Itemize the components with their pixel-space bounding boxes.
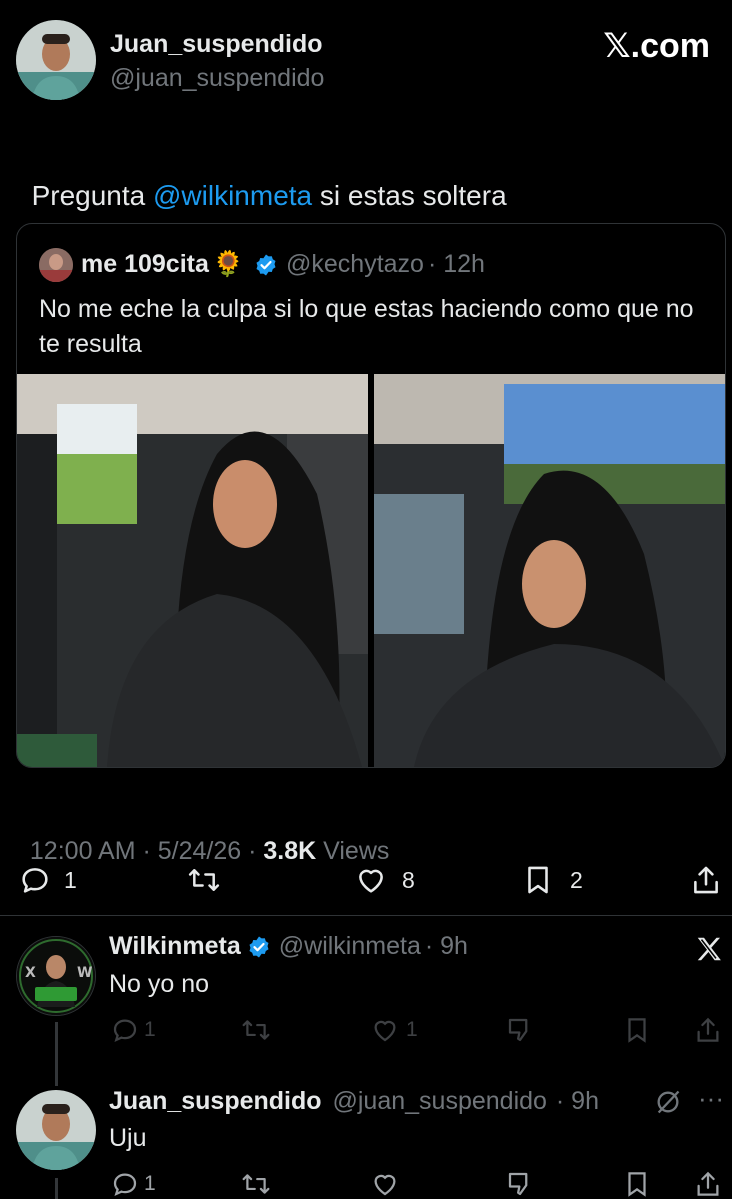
- reply2-bookmark-button[interactable]: [623, 1169, 651, 1199]
- reply-text: No yo no: [109, 970, 210, 998]
- svg-text:W: W: [77, 965, 92, 981]
- heart-icon: [354, 863, 388, 897]
- quoted-tweet-card[interactable]: me 109cita 🌻 @kechytazo · 12h No me eche…: [16, 223, 726, 768]
- views-label: Views: [316, 837, 390, 865]
- divider: [0, 915, 732, 916]
- quoted-photo-2[interactable]: [374, 374, 725, 767]
- repost-icon: [240, 1015, 272, 1045]
- tweet-text: Pregunta @wilkinmeta si estas soltera: [16, 148, 507, 212]
- bookmark-icon: [623, 1015, 651, 1045]
- reply-count: 1: [64, 866, 77, 893]
- tweet-mention-link[interactable]: @wilkinmeta: [153, 180, 312, 211]
- share-button[interactable]: [690, 863, 722, 897]
- like-button[interactable]: 8: [354, 863, 415, 897]
- reply2-text: Uju: [109, 1124, 147, 1152]
- reply-reply-count: 1: [144, 1018, 156, 1041]
- bookmark-icon: [623, 1169, 651, 1199]
- verified-badge-icon: [254, 253, 278, 277]
- reply-bookmark-button[interactable]: [623, 1015, 651, 1045]
- bookmark-icon: [522, 863, 554, 897]
- repost-icon: [186, 863, 222, 897]
- reply2-repost-button[interactable]: [240, 1169, 272, 1199]
- grok-icon[interactable]: [654, 1088, 682, 1121]
- bookmark-count: 2: [570, 866, 583, 893]
- reply2-dislike-button[interactable]: [505, 1169, 535, 1199]
- reply-icon: [110, 1015, 140, 1045]
- reply2-handle[interactable]: @juan_suspendido: [333, 1087, 547, 1115]
- quoted-time: · 12h: [427, 250, 485, 278]
- more-options-icon[interactable]: ···: [698, 1085, 724, 1111]
- reply-icon: [110, 1169, 140, 1199]
- reply-like-button[interactable]: 1: [370, 1015, 418, 1045]
- author-avatar[interactable]: [16, 20, 96, 100]
- reply-dislike-button[interactable]: [505, 1015, 535, 1045]
- reply-share-button[interactable]: [694, 1015, 722, 1045]
- views-count: 3.8K: [263, 837, 317, 865]
- thumbs-down-icon: [505, 1015, 535, 1045]
- tweet-text-after: si estas soltera: [312, 180, 507, 211]
- thread-line: [55, 1178, 58, 1199]
- x-brand-logo: 𝕏.com: [603, 27, 710, 65]
- reply2-reply-count: 1: [144, 1172, 156, 1195]
- reply2-author-avatar[interactable]: [16, 1090, 96, 1170]
- heart-icon: [370, 1169, 400, 1199]
- reply2-share-button[interactable]: [694, 1169, 722, 1199]
- author-display-name[interactable]: Juan_suspendido: [110, 30, 323, 59]
- reply-like-count: 1: [406, 1018, 418, 1041]
- reply-icon: [18, 863, 52, 897]
- reply-author-avatar[interactable]: X W: [16, 936, 96, 1016]
- verified-badge-icon: [247, 935, 271, 959]
- reply-time: · 9h: [424, 932, 468, 960]
- reply2-display-name[interactable]: Juan_suspendido: [109, 1087, 322, 1115]
- bookmark-button[interactable]: 2: [522, 863, 583, 897]
- svg-text:X: X: [25, 965, 36, 981]
- reply-button[interactable]: 1: [18, 863, 77, 897]
- heart-icon: [370, 1015, 400, 1045]
- share-icon: [694, 1015, 722, 1045]
- repost-icon: [240, 1169, 272, 1199]
- reply2-reply-button[interactable]: 1: [110, 1169, 156, 1199]
- quoted-display-name[interactable]: me 109cita: [81, 250, 209, 279]
- tweet-meta: 12:00 AM · 5/24/26 · 3.8K Views: [16, 808, 389, 866]
- like-count: 8: [402, 866, 415, 893]
- quoted-handle[interactable]: @kechytazo: [286, 250, 424, 279]
- reply2-time: · 9h: [555, 1087, 599, 1115]
- quoted-author-avatar[interactable]: [39, 248, 73, 282]
- thread-line: [55, 1022, 58, 1086]
- quoted-photo-1[interactable]: [17, 374, 368, 767]
- share-icon: [690, 863, 722, 897]
- reply-reply-button[interactable]: 1: [110, 1015, 156, 1045]
- tweet-timestamp[interactable]: 12:00 AM · 5/24/26 ·: [30, 837, 263, 865]
- reply2-like-button[interactable]: [370, 1169, 400, 1199]
- reply-repost-button[interactable]: [240, 1015, 272, 1045]
- repost-button[interactable]: [186, 863, 222, 897]
- quoted-text: No me eche la culpa si lo que estas haci…: [39, 295, 694, 358]
- thumbs-down-icon: [505, 1169, 535, 1199]
- sunflower-emoji: 🌻: [212, 250, 245, 278]
- share-icon: [694, 1169, 722, 1199]
- x-logo-icon: [694, 934, 724, 969]
- reply-display-name[interactable]: Wilkinmeta: [109, 932, 241, 961]
- author-handle[interactable]: @juan_suspendido: [110, 64, 324, 93]
- reply-handle[interactable]: @wilkinmeta: [279, 932, 421, 961]
- tweet-text-before: Pregunta: [31, 180, 153, 211]
